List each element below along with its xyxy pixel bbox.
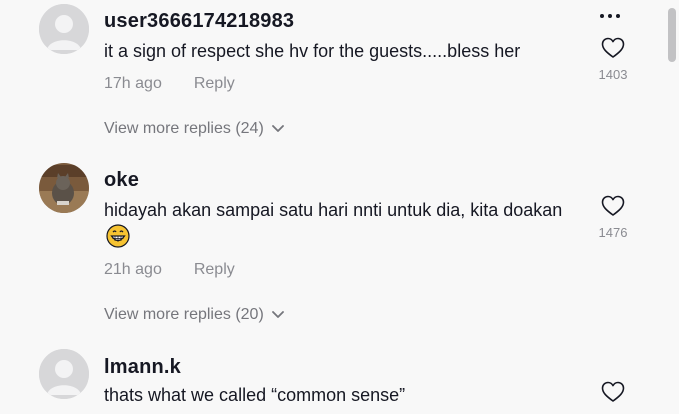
scrollbar-thumb[interactable] <box>668 8 676 62</box>
cat-photo-avatar-icon <box>39 163 89 213</box>
more-options-icon[interactable] <box>600 14 620 18</box>
comment-text-body: hidayah akan sampai satu hari nnti untuk… <box>104 200 563 220</box>
like-count: 1476 <box>598 225 628 240</box>
heart-icon <box>601 381 625 402</box>
comments-panel: user3666174218983 it a sign of respect s… <box>0 0 679 414</box>
avatar[interactable] <box>39 4 89 54</box>
comment-timestamp: 21h ago <box>104 261 162 278</box>
default-avatar-icon <box>39 349 89 399</box>
comment-text: hidayah akan sampai satu hari nnti untuk… <box>104 196 574 256</box>
chevron-down-icon <box>271 306 284 324</box>
comment-text: thats what we called “common sense” <box>104 385 406 405</box>
view-more-replies-button[interactable]: View more replies (20) <box>104 306 284 324</box>
view-more-replies-label: View more replies (24) <box>104 120 264 137</box>
view-more-replies-label: View more replies (20) <box>104 306 264 323</box>
like-button[interactable] <box>596 381 630 403</box>
avatar[interactable] <box>39 349 89 399</box>
comment-username[interactable]: user3666174218983 <box>104 10 294 33</box>
grinning-emoji <box>106 224 130 256</box>
like-button[interactable]: 1476 <box>596 195 630 240</box>
comment-meta: 17h ago Reply <box>104 75 235 93</box>
avatar[interactable] <box>39 163 89 213</box>
heart-icon <box>601 195 625 216</box>
default-avatar-icon <box>39 4 89 54</box>
heart-icon <box>601 37 625 58</box>
comment-username[interactable]: oke <box>104 169 139 192</box>
view-more-replies-button[interactable]: View more replies (24) <box>104 120 284 138</box>
reply-button[interactable]: Reply <box>194 75 235 92</box>
chevron-down-icon <box>271 120 284 138</box>
like-count: 1403 <box>598 67 628 82</box>
reply-button[interactable]: Reply <box>194 261 235 278</box>
comment-meta: 21h ago Reply <box>104 261 235 279</box>
like-button[interactable]: 1403 <box>596 37 630 82</box>
comment-timestamp: 17h ago <box>104 75 162 92</box>
comment-username[interactable]: lmann.k <box>104 356 181 379</box>
comment-text: it a sign of respect she hv for the gues… <box>104 41 521 61</box>
